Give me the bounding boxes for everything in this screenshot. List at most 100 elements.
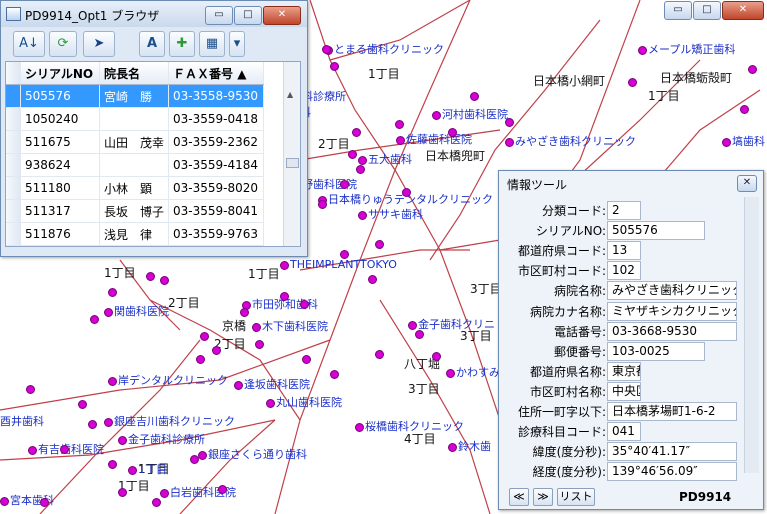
sort-icon[interactable]: A↓ [13, 31, 45, 57]
clinic-marker-icon[interactable] [322, 45, 331, 54]
main-minimize-button[interactable]: ▭ [664, 1, 692, 20]
table-row[interactable]: 511180 小林 顕 03-3559-8020 [6, 176, 265, 200]
browser-titlebar[interactable]: PD9914_Opt1 ブラウザ ▭ □ ✕ [1, 1, 307, 27]
clinic-marker-icon[interactable] [118, 436, 127, 445]
clinic-marker-icon[interactable] [266, 399, 275, 408]
clinic-label[interactable]: 逢坂歯科医院 [244, 378, 310, 391]
clinic-marker-icon[interactable] [88, 420, 97, 429]
clinic-label[interactable]: 桜橋歯科クリニック [365, 420, 464, 433]
clinic-marker-icon[interactable] [104, 308, 113, 317]
table-row[interactable]: 511317 長坂 博子 03-3559-8041 [6, 199, 265, 223]
cell-director[interactable] [99, 107, 170, 131]
clinic-marker-icon[interactable] [375, 350, 384, 359]
clinic-label[interactable]: 金子歯科クリニ [418, 318, 495, 331]
clinic-marker-icon[interactable] [448, 128, 457, 137]
info-field-value[interactable]: 2 [607, 201, 641, 220]
clinic-label[interactable]: 金子歯科診療所 [128, 433, 205, 446]
main-maximize-button[interactable]: □ [693, 1, 721, 20]
clinic-marker-icon[interactable] [0, 497, 9, 506]
info-field-value[interactable]: 03-3668-9530 [607, 321, 737, 341]
clinic-marker-icon[interactable] [505, 138, 514, 147]
clinic-marker-icon[interactable] [218, 485, 227, 494]
info-field-value[interactable]: 103-0025 [607, 341, 705, 361]
cell-director[interactable]: 浅見 律 [99, 222, 170, 246]
row-header[interactable] [6, 222, 21, 246]
clinic-marker-icon[interactable] [432, 352, 441, 361]
clinic-marker-icon[interactable] [160, 276, 169, 285]
clinic-marker-icon[interactable] [358, 211, 367, 220]
cell-serial[interactable]: 938624 [20, 153, 100, 177]
cell-fax[interactable]: 03-3559-8041 [168, 199, 265, 223]
info-field-value[interactable]: 東京都 [607, 361, 641, 381]
column-header-serial[interactable]: シリアルNO [20, 62, 100, 85]
info-field-value[interactable]: 505576 [607, 221, 705, 241]
grid-icon[interactable]: ▦ [199, 31, 225, 57]
clinic-label[interactable]: みやざき歯科クリニック [515, 135, 636, 148]
info-field-value[interactable]: 102 [607, 261, 641, 281]
row-header[interactable] [6, 199, 21, 223]
scroll-up-icon[interactable]: ▲ [287, 90, 293, 99]
cell-serial[interactable]: 511675 [20, 130, 100, 154]
cell-serial[interactable]: 511317 [20, 199, 100, 223]
clinic-marker-icon[interactable] [255, 340, 264, 349]
clinic-label[interactable]: 日本橋りゅうデンタルクリニック [328, 193, 493, 206]
clinic-label[interactable]: 木下歯科医院 [262, 320, 328, 333]
scroll-thumb[interactable] [286, 158, 299, 168]
info-field-value[interactable]: ミヤザキシカクリニック [607, 301, 737, 321]
clinic-marker-icon[interactable] [200, 332, 209, 341]
column-header-director[interactable]: 院長名 [99, 62, 170, 85]
cell-director[interactable]: 長坂 博子 [99, 199, 170, 223]
clinic-label[interactable]: 佐藤歯科医院 [406, 133, 472, 146]
browser-maximize-button[interactable]: □ [234, 6, 262, 25]
clinic-marker-icon[interactable] [330, 370, 339, 379]
clinic-label[interactable]: 塙歯科 [732, 135, 765, 148]
clinic-label[interactable]: 有吉歯科医院 [38, 443, 104, 456]
cell-serial[interactable]: 1050240 [20, 107, 100, 131]
clinic-marker-icon[interactable] [446, 369, 455, 378]
clinic-marker-icon[interactable] [108, 377, 117, 386]
clinic-marker-icon[interactable] [432, 111, 441, 120]
clinic-marker-icon[interactable] [152, 498, 161, 507]
clinic-label[interactable]: かわすみ [456, 366, 500, 379]
clinic-marker-icon[interactable] [318, 200, 327, 209]
clinic-marker-icon[interactable] [340, 250, 349, 259]
clinic-marker-icon[interactable] [60, 445, 69, 454]
clinic-label[interactable]: 関歯科医院 [114, 305, 169, 318]
clinic-marker-icon[interactable] [470, 92, 479, 101]
clinic-label[interactable]: メープル矯正歯科 [648, 43, 735, 56]
clinic-marker-icon[interactable] [355, 423, 364, 432]
clinic-marker-icon[interactable] [300, 300, 309, 309]
clinic-marker-icon[interactable] [415, 330, 424, 339]
record-grid[interactable]: シリアルNO 院長名 ＦＡＸ番号 ▲ 505576 宮崎 勝 03-3558-953… [5, 61, 301, 247]
clinic-marker-icon[interactable] [352, 128, 361, 137]
row-header[interactable] [6, 130, 21, 154]
cell-director[interactable]: 小林 顕 [99, 176, 170, 200]
cell-fax[interactable]: 03-3559-4184 [168, 153, 265, 177]
clinic-marker-icon[interactable] [302, 355, 311, 364]
row-header[interactable] [6, 84, 21, 108]
clinic-marker-icon[interactable] [280, 292, 289, 301]
table-row[interactable]: 938624 03-3559-4184 [6, 153, 265, 177]
browser-minimize-button[interactable]: ▭ [205, 6, 233, 25]
info-field-value[interactable]: 35°40′41.17″ [607, 442, 737, 462]
cell-director[interactable]: 山田 茂幸 [99, 130, 170, 154]
cell-fax[interactable]: 03-3559-9763 [168, 222, 265, 246]
clinic-marker-icon[interactable] [78, 400, 87, 409]
cell-director[interactable]: 宮崎 勝 [99, 84, 170, 108]
cell-serial[interactable]: 511180 [20, 176, 100, 200]
cell-director[interactable] [99, 153, 170, 177]
table-row[interactable]: 505576 宮崎 勝 03-3558-9530 [6, 84, 265, 108]
column-header-fax[interactable]: ＦＡＸ番号 ▲ [168, 62, 265, 85]
clinic-marker-icon[interactable] [128, 466, 137, 475]
clinic-marker-icon[interactable] [252, 323, 261, 332]
refresh-icon[interactable]: ⟳ [49, 31, 77, 57]
clinic-label[interactable]: 1丁目 [138, 463, 167, 476]
clinic-label[interactable]: 岸デンタルクリニック [118, 374, 228, 387]
clinic-label[interactable]: とまる歯科クリニック [334, 43, 444, 56]
cell-fax[interactable]: 03-3559-8020 [168, 176, 265, 200]
clinic-marker-icon[interactable] [628, 78, 637, 87]
clinic-marker-icon[interactable] [28, 446, 37, 455]
main-close-button[interactable]: ✕ [722, 1, 764, 20]
clinic-marker-icon[interactable] [190, 455, 199, 464]
clinic-marker-icon[interactable] [408, 321, 417, 330]
